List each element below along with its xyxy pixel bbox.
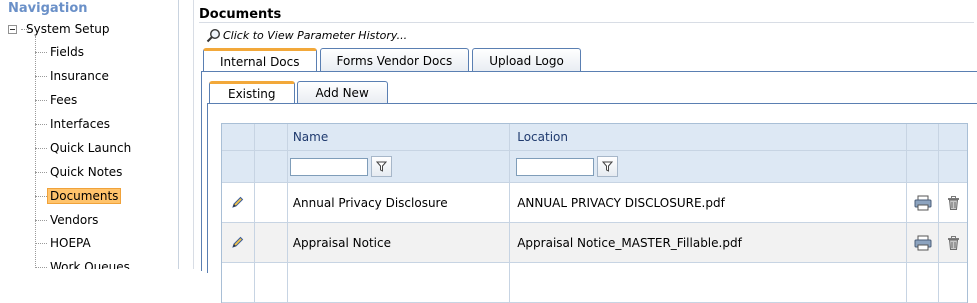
table-row: Appraisal Notice Appraisal Notice_MASTER…	[222, 223, 967, 263]
filter-cell	[939, 151, 967, 182]
location-filter-input[interactable]	[516, 157, 595, 176]
header-cell	[255, 124, 288, 150]
nav-item-quick-notes[interactable]: Quick Notes	[35, 162, 125, 182]
filter-cell-name	[288, 151, 511, 182]
nav-title: Navigation	[8, 1, 88, 16]
navigation-panel: Navigation System Setup Fields Insurance…	[0, 0, 179, 269]
header-cell	[939, 124, 967, 150]
tree-root-label: System Setup	[26, 22, 110, 36]
nav-item-work-queues[interactable]: Work Queues	[35, 257, 133, 269]
nav-item-label: HOEPA	[50, 236, 91, 250]
nav-item-interfaces[interactable]: Interfaces	[35, 114, 113, 134]
cell	[255, 183, 288, 222]
name-filter-input[interactable]	[289, 157, 368, 176]
nav-item-quick-launch[interactable]: Quick Launch	[35, 138, 134, 158]
tree-connector	[21, 29, 29, 30]
table-row: Annual Privacy Disclosure ANNUAL PRIVACY…	[222, 183, 967, 223]
printer-icon[interactable]	[914, 195, 932, 211]
grid-header-row: Name Location	[222, 124, 967, 151]
table-row	[222, 263, 967, 303]
cell-name: Annual Privacy Disclosure	[288, 183, 511, 222]
nav-item-label: Quick Notes	[50, 165, 123, 179]
subtab-existing[interactable]: Existing	[209, 81, 295, 104]
cell-location: Appraisal Notice_MASTER_Fillable.pdf	[510, 223, 908, 262]
nav-item-label: Insurance	[50, 69, 109, 83]
cell-location: ANNUAL PRIVACY DISCLOSURE.pdf	[510, 183, 908, 222]
grid-filter-row	[222, 151, 967, 183]
nav-item-insurance[interactable]: Insurance	[35, 66, 112, 86]
nav-item-label: Documents	[47, 188, 122, 204]
print-cell	[907, 223, 940, 262]
nav-item-label: Work Queues	[50, 260, 130, 269]
tab-panel: Existing Add New Name Location Annual Pr…	[201, 71, 977, 303]
tab-bar: Internal Docs Forms Vendor Docs Upload L…	[203, 48, 584, 72]
nav-item-fields[interactable]: Fields	[35, 42, 87, 62]
page-title: Documents	[199, 7, 282, 22]
delete-cell	[939, 223, 967, 262]
filter-cell	[255, 151, 288, 182]
nav-item-label: Interfaces	[50, 117, 110, 131]
main-panel: Documents Click to View Parameter Histor…	[193, 0, 977, 303]
nav-item-documents[interactable]: Documents	[35, 186, 122, 206]
subtab-panel: Name Location Annual Privacy Disclosure …	[207, 103, 977, 303]
nav-item-label: Quick Launch	[50, 141, 132, 155]
cell-name: Appraisal Notice	[288, 223, 511, 262]
filter-cell	[222, 151, 255, 182]
edit-pencil-icon[interactable]	[231, 196, 244, 209]
trash-icon[interactable]	[947, 235, 960, 250]
delete-cell	[939, 183, 967, 222]
location-filter-button[interactable]	[597, 156, 619, 177]
subtab-add-new[interactable]: Add New	[296, 81, 388, 104]
edit-cell	[222, 223, 255, 262]
tab-forms-vendor-docs[interactable]: Forms Vendor Docs	[319, 48, 470, 72]
nav-item-fees[interactable]: Fees	[35, 90, 80, 110]
printer-icon[interactable]	[914, 235, 932, 251]
nav-item-vendors[interactable]: Vendors	[35, 210, 101, 230]
filter-icon	[375, 161, 387, 172]
divider	[199, 22, 974, 23]
edit-cell	[222, 183, 255, 222]
subtab-bar: Existing Add New	[209, 81, 390, 104]
print-cell	[907, 183, 940, 222]
trash-icon[interactable]	[947, 195, 960, 210]
column-header-location[interactable]: Location	[510, 124, 908, 150]
collapse-icon[interactable]	[8, 24, 17, 34]
tab-upload-logo[interactable]: Upload Logo	[472, 48, 581, 72]
magnifier-icon	[206, 28, 221, 43]
name-filter-button[interactable]	[370, 156, 392, 177]
header-cell	[907, 124, 940, 150]
cell	[255, 223, 288, 262]
documents-grid: Name Location Annual Privacy Disclosure …	[221, 123, 968, 303]
column-header-name[interactable]: Name	[288, 124, 511, 150]
parameter-history-link[interactable]: Click to View Parameter History...	[206, 28, 407, 43]
tab-internal-docs[interactable]: Internal Docs	[203, 48, 317, 72]
filter-icon	[602, 161, 614, 172]
nav-item-label: Vendors	[50, 213, 99, 227]
nav-item-hoepa[interactable]: HOEPA	[35, 233, 94, 253]
nav-item-label: Fees	[50, 93, 78, 107]
filter-cell-location	[510, 151, 908, 182]
edit-pencil-icon[interactable]	[231, 236, 244, 249]
nav-item-label: Fields	[50, 45, 84, 59]
history-link-text: Click to View Parameter History...	[223, 29, 408, 42]
filter-cell	[907, 151, 940, 182]
header-cell	[222, 124, 255, 150]
